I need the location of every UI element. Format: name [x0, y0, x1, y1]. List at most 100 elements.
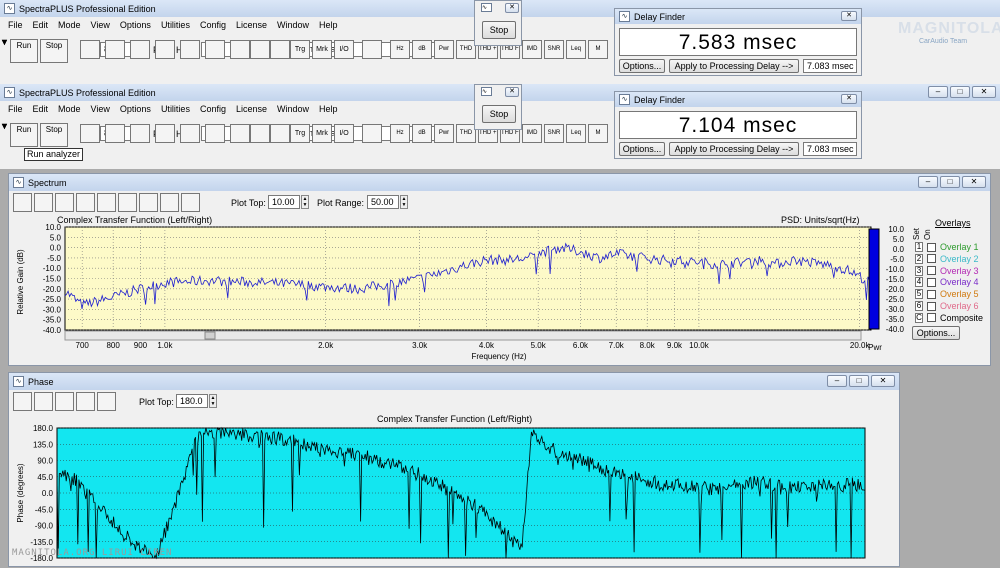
- overlay-set-button[interactable]: 4: [915, 277, 923, 288]
- delay-finder-titlebar[interactable]: ∿ Delay Finder ✕: [615, 92, 861, 107]
- overlay-checkbox[interactable]: [927, 242, 936, 252]
- menu-item-edit[interactable]: Edit: [33, 104, 49, 114]
- print-icon[interactable]: [80, 124, 100, 143]
- bars-icon[interactable]: [180, 124, 200, 143]
- waveform-icon[interactable]: [105, 40, 125, 59]
- overlay-options-button[interactable]: Options...: [912, 326, 960, 340]
- tool-snr[interactable]: SNR: [544, 124, 564, 143]
- overlay-set-button[interactable]: 1: [915, 242, 923, 252]
- tool-trg[interactable]: Trg: [290, 124, 310, 143]
- close-icon[interactable]: ✕: [505, 87, 519, 97]
- close-icon[interactable]: ✕: [505, 3, 519, 13]
- close-button[interactable]: ✕: [972, 86, 996, 98]
- menu-item-file[interactable]: File: [8, 104, 23, 114]
- menu-item-utilities[interactable]: Utilities: [161, 104, 190, 114]
- overlay-checkbox[interactable]: [927, 313, 936, 323]
- spectrum-icon[interactable]: [155, 40, 175, 59]
- tool-db[interactable]: dB: [412, 40, 432, 59]
- axis-icon[interactable]: [250, 40, 270, 59]
- tool-imd[interactable]: IMD: [522, 124, 542, 143]
- tool-hz[interactable]: Hz: [390, 124, 410, 143]
- menu-item-utilities[interactable]: Utilities: [161, 20, 190, 30]
- apply-delay-button[interactable]: Apply to Processing Delay -->: [669, 142, 799, 156]
- spectrogram-icon[interactable]: [205, 124, 225, 143]
- delay-options-button[interactable]: Options...: [619, 59, 665, 73]
- tool-trg[interactable]: Trg: [290, 40, 310, 59]
- tool-imd[interactable]: IMD: [522, 40, 542, 59]
- chevron-down-icon[interactable]: ▼: [0, 37, 9, 47]
- tool-mrk[interactable]: Mrk: [312, 124, 332, 143]
- menu-item-mode[interactable]: Mode: [58, 104, 81, 114]
- overlay-row[interactable]: 5 Overlay 5: [915, 289, 979, 300]
- run-button[interactable]: Run: [10, 123, 38, 147]
- tool-m[interactable]: M: [588, 124, 608, 143]
- overlay-checkbox[interactable]: [927, 289, 936, 299]
- overlay-checkbox[interactable]: [927, 301, 936, 311]
- tool-leq[interactable]: Leq: [566, 40, 586, 59]
- stop-button[interactable]: Stop: [482, 21, 516, 39]
- tool-io[interactable]: I/O: [334, 40, 354, 59]
- tool-mrk[interactable]: Mrk: [312, 40, 332, 59]
- overlay-row[interactable]: C Composite: [915, 312, 983, 323]
- menu-item-view[interactable]: View: [91, 104, 110, 114]
- menu-item-options[interactable]: Options: [120, 20, 151, 30]
- tool-hz[interactable]: Hz: [390, 40, 410, 59]
- menu-item-help[interactable]: Help: [319, 20, 338, 30]
- overlay-checkbox[interactable]: [927, 277, 936, 287]
- menu-item-view[interactable]: View: [91, 20, 110, 30]
- signal-generator-icon[interactable]: [362, 40, 382, 59]
- phase-chart[interactable]: 180.0135.090.045.00.0-45.0-90.0-135.0-18…: [9, 373, 901, 568]
- overlay-row[interactable]: 3 Overlay 3: [915, 265, 979, 276]
- print-icon[interactable]: [80, 40, 100, 59]
- menu-item-license[interactable]: License: [236, 20, 267, 30]
- tool-leq[interactable]: Leq: [566, 124, 586, 143]
- menu-item-mode[interactable]: Mode: [58, 20, 81, 30]
- tool-pwr[interactable]: Pwr: [434, 124, 454, 143]
- delay-finder-titlebar[interactable]: ∿ Delay Finder ✕: [615, 9, 861, 24]
- apply-delay-button[interactable]: Apply to Processing Delay -->: [669, 59, 799, 73]
- menu-item-file[interactable]: File: [8, 20, 23, 30]
- delay-value-field[interactable]: 7.083 msec: [803, 59, 857, 73]
- stop-button[interactable]: Stop: [482, 105, 516, 123]
- stop-button[interactable]: Stop: [40, 123, 68, 147]
- overlay-set-button[interactable]: 5: [915, 289, 923, 300]
- phase-icon[interactable]: [130, 124, 150, 143]
- chevron-down-icon[interactable]: ▼: [0, 121, 9, 131]
- minimize-button[interactable]: –: [928, 86, 948, 98]
- waveform-icon[interactable]: [105, 124, 125, 143]
- overlay-set-button[interactable]: C: [915, 312, 923, 323]
- close-icon[interactable]: ✕: [841, 94, 857, 104]
- signal-generator-icon[interactable]: [362, 124, 382, 143]
- overlay-row[interactable]: 6 Overlay 6: [915, 301, 979, 311]
- delay-value-field[interactable]: 7.083 msec: [803, 142, 857, 156]
- run-button[interactable]: Run: [10, 39, 38, 63]
- menu-item-config[interactable]: Config: [200, 104, 226, 114]
- tool-m[interactable]: M: [588, 40, 608, 59]
- tool-thd[interactable]: THD: [456, 40, 476, 59]
- tripod-icon[interactable]: [270, 124, 290, 143]
- stop-button[interactable]: Stop: [40, 39, 68, 63]
- overlay-row[interactable]: 4 Overlay 4: [915, 277, 979, 288]
- tripod-icon[interactable]: [270, 40, 290, 59]
- spectrum-icon[interactable]: [155, 124, 175, 143]
- spectrogram-icon[interactable]: [205, 40, 225, 59]
- menu-item-window[interactable]: Window: [277, 104, 309, 114]
- spectrum-chart[interactable]: 10.05.00.0-5.0-10.0-15.0-20.0-25.0-30.0-…: [9, 174, 992, 367]
- overlay-set-button[interactable]: 2: [915, 253, 923, 264]
- tool-pwr[interactable]: Pwr: [434, 40, 454, 59]
- delay-options-button[interactable]: Options...: [619, 142, 665, 156]
- overlay-checkbox[interactable]: [927, 254, 936, 264]
- tool-io[interactable]: I/O: [334, 124, 354, 143]
- menu-item-edit[interactable]: Edit: [33, 20, 49, 30]
- phase-icon[interactable]: [130, 40, 150, 59]
- tool-snr[interactable]: SNR: [544, 40, 564, 59]
- overlay-row[interactable]: 2 Overlay 2: [915, 253, 979, 264]
- table-icon[interactable]: [230, 40, 250, 59]
- tool-thd[interactable]: THD: [456, 124, 476, 143]
- maximize-button[interactable]: □: [950, 86, 970, 98]
- overlay-row[interactable]: 1 Overlay 1: [915, 242, 979, 252]
- overlay-set-button[interactable]: 3: [915, 265, 923, 276]
- overlay-set-button[interactable]: 6: [915, 301, 923, 311]
- close-icon[interactable]: ✕: [841, 11, 857, 21]
- axis-icon[interactable]: [250, 124, 270, 143]
